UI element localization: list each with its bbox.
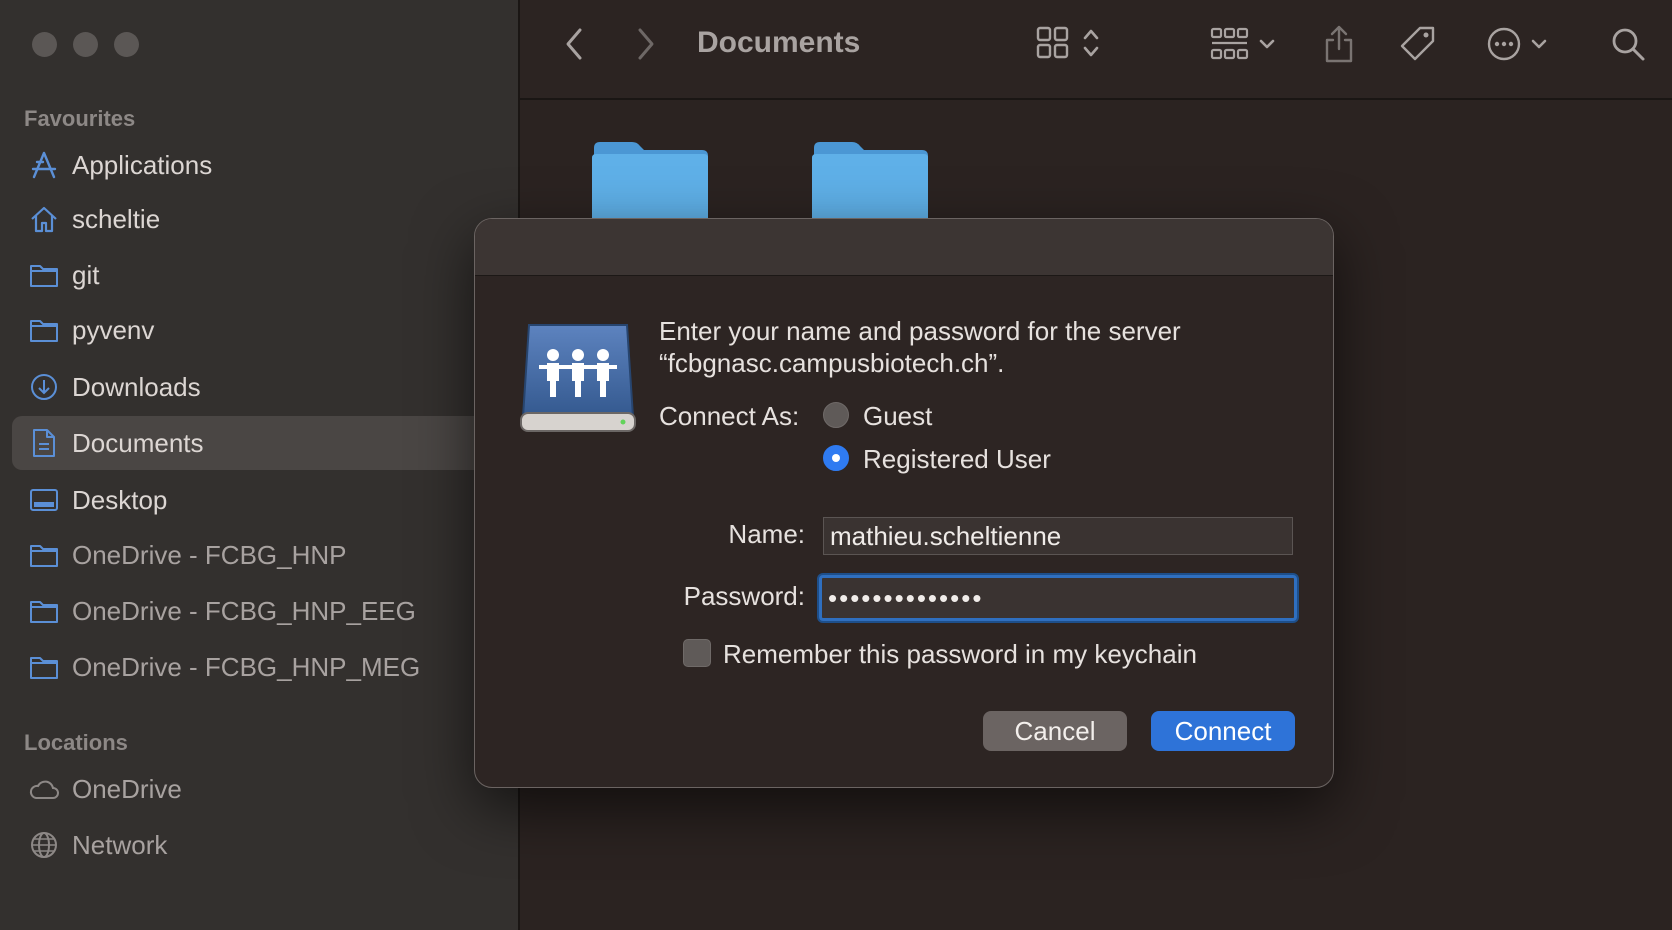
connect-button[interactable]: Connect xyxy=(1151,711,1295,751)
sidebar-item-label: OneDrive - FCBG_HNP_EEG xyxy=(72,595,416,626)
password-label: Password: xyxy=(683,581,805,611)
share-button[interactable] xyxy=(1322,24,1356,69)
sidebar-item-onedrive-hnp-meg[interactable]: OneDrive - FCBG_HNP_MEG xyxy=(12,640,506,694)
window-controls xyxy=(32,32,139,57)
server-login-dialog: Enter your name and password for the ser… xyxy=(474,218,1334,788)
folder-item[interactable] xyxy=(590,140,710,223)
download-icon xyxy=(28,371,60,403)
cloud-icon xyxy=(28,773,60,805)
sidebar-item-scheltie[interactable]: scheltie xyxy=(12,192,506,246)
cancel-button[interactable]: Cancel xyxy=(983,711,1127,751)
sidebar-item-label: OneDrive - FCBG_HNP xyxy=(72,539,347,570)
sidebar-item-pyvenv[interactable]: pyvenv xyxy=(12,303,506,357)
sidebar-item-label: Downloads xyxy=(72,371,201,402)
search-icon xyxy=(1610,26,1646,67)
sidebar-item-label: Documents xyxy=(72,427,204,458)
folder-icon xyxy=(28,314,60,346)
favourites-section-title: Favourites xyxy=(24,106,136,131)
tag-button[interactable] xyxy=(1398,24,1438,69)
guest-radio-label[interactable]: Guest xyxy=(863,401,932,432)
home-icon xyxy=(28,203,60,235)
folder-item[interactable] xyxy=(810,140,930,223)
folder-icon xyxy=(28,595,60,627)
shared-server-icon xyxy=(519,319,637,440)
sidebar-item-desktop[interactable]: Desktop xyxy=(12,473,506,527)
connect-as-label: Connect As: xyxy=(659,401,800,431)
search-button[interactable] xyxy=(1610,26,1646,67)
sidebar-item-label: OneDrive xyxy=(72,773,182,804)
close-window-button[interactable] xyxy=(32,32,57,57)
sidebar-item-label: scheltie xyxy=(72,203,161,234)
sidebar: Favourites Applications scheltie git pyv… xyxy=(0,0,520,930)
chevron-down-icon xyxy=(1258,37,1276,56)
view-mode-button[interactable] xyxy=(1036,26,1100,65)
folder-icon xyxy=(28,539,60,571)
sidebar-item-git[interactable]: git xyxy=(12,248,506,302)
guest-radio[interactable] xyxy=(823,402,849,428)
ellipsis-circle-icon xyxy=(1486,26,1522,67)
group-by-icon xyxy=(1210,26,1250,67)
sidebar-item-documents[interactable]: Documents xyxy=(12,416,506,470)
window-title: Documents xyxy=(697,26,861,59)
dialog-titlebar xyxy=(475,219,1333,276)
document-icon xyxy=(28,427,60,459)
share-icon xyxy=(1322,24,1356,69)
name-label: Name: xyxy=(728,519,805,549)
globe-icon xyxy=(28,829,60,861)
chevron-left-icon xyxy=(562,26,586,67)
folder-icon xyxy=(28,259,60,291)
sidebar-item-applications[interactable]: Applications xyxy=(12,138,506,192)
sidebar-item-onedrive-hnp-eeg[interactable]: OneDrive - FCBG_HNP_EEG xyxy=(12,584,506,638)
minimize-window-button[interactable] xyxy=(73,32,98,57)
remember-password-label[interactable]: Remember this password in my keychain xyxy=(723,639,1197,670)
sidebar-item-onedrive-hnp[interactable]: OneDrive - FCBG_HNP xyxy=(12,528,506,582)
forward-button[interactable] xyxy=(634,26,658,67)
password-field[interactable] xyxy=(819,575,1297,621)
folder-icon xyxy=(28,651,60,683)
applications-icon xyxy=(28,149,60,181)
tag-icon xyxy=(1398,24,1438,69)
sidebar-item-network[interactable]: Network xyxy=(12,818,506,872)
sidebar-item-label: Applications xyxy=(72,149,213,180)
grid-view-icon xyxy=(1036,26,1070,65)
chevron-right-icon xyxy=(634,26,658,67)
dialog-message-line2: “fcbgnasc.campusbiotech.ch”. xyxy=(659,348,1005,378)
group-by-button[interactable] xyxy=(1210,26,1276,67)
remember-password-checkbox[interactable] xyxy=(683,639,711,667)
sidebar-item-label: OneDrive - FCBG_HNP_MEG xyxy=(72,651,421,682)
dialog-message: Enter your name and password for the ser… xyxy=(659,315,1299,379)
more-actions-button[interactable] xyxy=(1486,26,1548,67)
registered-user-radio-label[interactable]: Registered User xyxy=(863,444,1051,475)
sidebar-item-label: pyvenv xyxy=(72,314,155,345)
zoom-window-button[interactable] xyxy=(114,32,139,57)
sidebar-item-onedrive[interactable]: OneDrive xyxy=(12,762,506,816)
registered-user-radio[interactable] xyxy=(823,445,849,471)
sidebar-item-label: Desktop xyxy=(72,484,168,515)
sidebar-item-label: git xyxy=(72,259,100,290)
dialog-message-line1: Enter your name and password for the ser… xyxy=(659,316,1181,346)
desktop-icon xyxy=(28,484,60,516)
name-field[interactable] xyxy=(823,517,1293,555)
locations-section-title: Locations xyxy=(24,730,128,755)
chevron-updown-icon xyxy=(1082,26,1100,65)
back-button[interactable] xyxy=(562,26,586,67)
sidebar-item-downloads[interactable]: Downloads xyxy=(12,360,506,414)
chevron-down-icon xyxy=(1530,37,1548,56)
sidebar-item-label: Network xyxy=(72,829,168,860)
